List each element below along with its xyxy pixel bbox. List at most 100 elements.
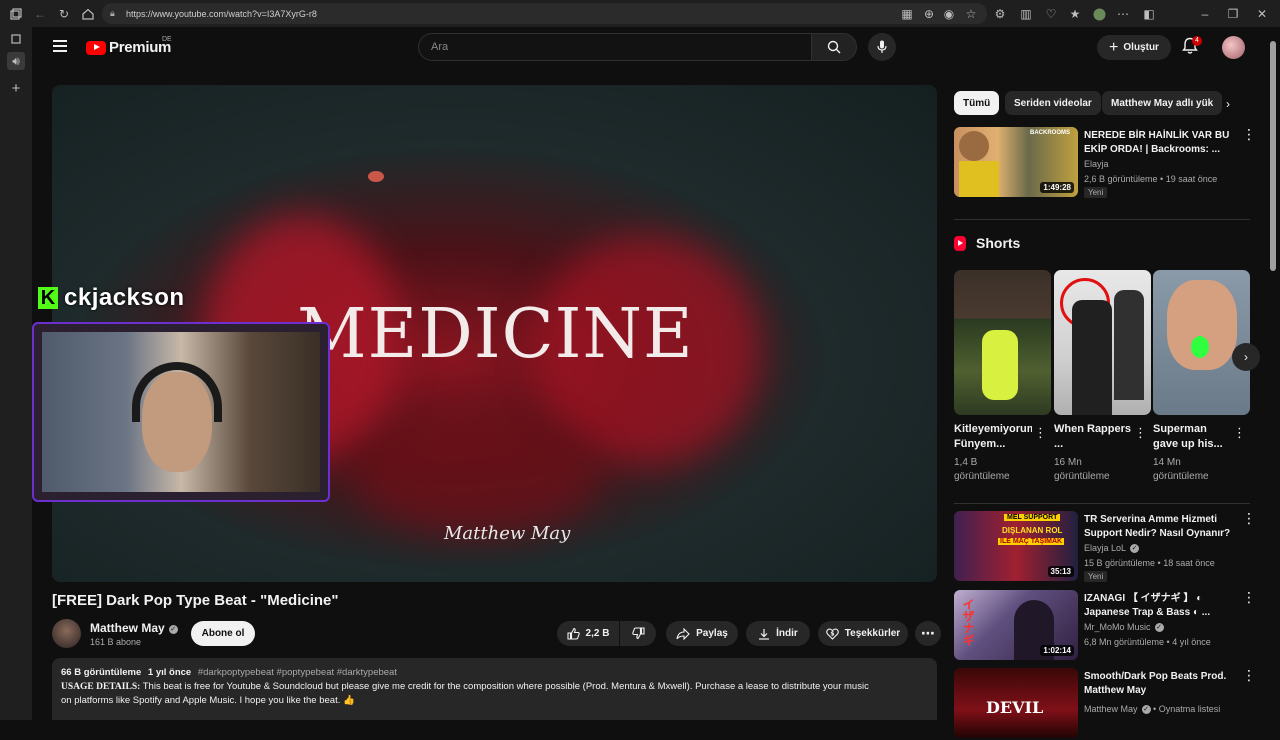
- thumb-text-3: İLE MAÇ TAŞIMAK: [998, 538, 1065, 545]
- chip-series[interactable]: Seriden videolar: [1005, 91, 1101, 115]
- rec-channel-text: Elayja LoL: [1084, 543, 1127, 553]
- short-item[interactable]: Superman gave up his... 14 Mn görüntülem…: [1153, 270, 1250, 484]
- subscribe-button[interactable]: Abone ol: [191, 621, 255, 646]
- download-icon: [759, 628, 770, 640]
- account-avatar[interactable]: [1222, 36, 1245, 59]
- thumb-text: イザナギ: [961, 598, 975, 646]
- channel-avatar[interactable]: [52, 619, 81, 648]
- short-title[interactable]: When Rappers ...: [1054, 422, 1132, 452]
- extensions-icon[interactable]: ⚙: [991, 5, 1009, 23]
- browser-essentials-icon[interactable]: ♡: [1042, 5, 1060, 23]
- like-count: 2,2 B: [585, 628, 610, 639]
- thanks-label: Teşekkürler: [844, 628, 901, 639]
- split-screen-icon[interactable]: ▥: [1017, 5, 1035, 23]
- share-icon: [676, 627, 690, 640]
- search-input[interactable]: [419, 34, 811, 60]
- divider: [954, 503, 1250, 504]
- tracking-prevention-icon[interactable]: ◉: [940, 5, 958, 23]
- rec-title[interactable]: Smooth/Dark Pop Beats Prod. Matthew May: [1084, 670, 1236, 698]
- rec-channel[interactable]: Elayja: [1084, 159, 1109, 169]
- video-overlay-title: MEDICINE: [297, 295, 694, 374]
- dislike-button[interactable]: [620, 621, 656, 646]
- page-scrollbar[interactable]: [1270, 41, 1276, 271]
- menu-icon[interactable]: [53, 40, 67, 52]
- tab-icon[interactable]: [7, 30, 25, 48]
- verified-icon: ✓: [168, 625, 178, 634]
- close-icon[interactable]: ✕: [1253, 5, 1271, 23]
- channel-name[interactable]: Matthew May ✓: [90, 621, 178, 635]
- favorites-icon[interactable]: ★: [1066, 5, 1084, 23]
- thumb-green-glow: [1191, 336, 1209, 358]
- webcam-overlay: [32, 322, 330, 502]
- more-vertical-icon[interactable]: ⋮: [1034, 425, 1047, 441]
- description-text-2: on platforms like Spotify and Apple Musi…: [61, 695, 355, 706]
- more-menu-icon[interactable]: ⋯: [1114, 5, 1132, 23]
- refresh-icon[interactable]: ↻: [55, 5, 73, 23]
- more-vertical-icon[interactable]: ⋮: [1242, 668, 1256, 682]
- youtube-logo[interactable]: Premium: [86, 39, 171, 56]
- app-available-icon[interactable]: ▦: [898, 5, 916, 23]
- thumb-text-1: MEL SUPPORT: [1004, 514, 1061, 521]
- new-badge: Yeni: [1084, 187, 1108, 198]
- rec-meta: 15 B görüntüleme • 18 saat önce: [1084, 558, 1215, 568]
- short-title[interactable]: Kitleyemiyorum Fünyem...: [954, 422, 1032, 452]
- recommendation-item[interactable]: BACKROOMS 1:49:28 NEREDE BİR HAİNLİK VAR…: [954, 127, 1256, 199]
- more-actions-button[interactable]: ⋯: [915, 621, 941, 646]
- new-tab-icon[interactable]: +: [7, 79, 25, 97]
- favorite-star-icon[interactable]: ☆: [962, 5, 980, 23]
- hashtags[interactable]: #darkpoptypebeat #poptypebeat #darktypeb…: [198, 667, 397, 678]
- active-tab-audio-icon[interactable]: 🔊︎: [7, 52, 25, 70]
- zoom-icon[interactable]: ⊕: [920, 5, 938, 23]
- more-vertical-icon[interactable]: ⋮: [1242, 590, 1256, 604]
- short-thumbnail[interactable]: [1054, 270, 1151, 415]
- streamer-name-overlay: K ckjackson: [38, 284, 185, 312]
- rec-title[interactable]: IZANAGI 【 イザナギ 】 ◐ Japanese Trap & Bass …: [1084, 592, 1236, 620]
- recommendation-item[interactable]: MEL SUPPORT DIŞLANAN ROL İLE MAÇ TAŞIMAK…: [954, 511, 1256, 583]
- rec-thumbnail[interactable]: イザナギ 1:02:14: [954, 590, 1078, 660]
- rec-channel[interactable]: Mr_MoMo Music ✓: [1084, 622, 1164, 632]
- more-vertical-icon[interactable]: ⋮: [1242, 127, 1256, 141]
- back-icon[interactable]: ←: [31, 5, 49, 23]
- short-thumbnail[interactable]: [1153, 270, 1250, 415]
- minimize-icon[interactable]: –: [1196, 5, 1214, 23]
- thumb-text-2: DIŞLANAN ROL: [1002, 526, 1063, 535]
- share-button[interactable]: Paylaş: [666, 621, 738, 646]
- thanks-button[interactable]: $ Teşekkürler: [818, 621, 908, 646]
- short-item[interactable]: When Rappers ... 16 Mn görüntüleme ⋮: [1054, 270, 1151, 484]
- like-button[interactable]: 2,2 B: [557, 621, 619, 646]
- rec-channel[interactable]: Matthew May ✓ • Oynatma listesi: [1084, 704, 1220, 714]
- restore-icon[interactable]: ❐: [1224, 5, 1242, 23]
- profile-icon[interactable]: [1090, 5, 1108, 23]
- home-icon[interactable]: [79, 5, 97, 23]
- voice-search-button[interactable]: [868, 33, 896, 61]
- rec-channel[interactable]: Elayja LoL ✓: [1084, 543, 1140, 553]
- verified-icon: ✓: [1154, 623, 1164, 632]
- red-glow-bottom: [352, 415, 602, 535]
- create-button[interactable]: + Oluştur: [1097, 35, 1171, 60]
- address-bar[interactable]: 🔒︎ https://www.youtube.com/watch?v=I3A7X…: [102, 3, 987, 24]
- rec-title[interactable]: TR Serverina Amme Hizmeti Support Nedir?…: [1084, 513, 1236, 541]
- description-box[interactable]: 66 B görüntüleme 1 yıl önce #darkpoptype…: [52, 658, 937, 720]
- shorts-next-button[interactable]: ›: [1232, 343, 1260, 371]
- sidebar-toggle-icon[interactable]: ◧: [1140, 5, 1158, 23]
- rec-thumbnail[interactable]: MEL SUPPORT DIŞLANAN ROL İLE MAÇ TAŞIMAK…: [954, 511, 1078, 581]
- chip-all[interactable]: Tümü: [954, 91, 1000, 115]
- recommendation-item[interactable]: イザナギ 1:02:14 IZANAGI 【 イザナギ 】 ◐ Japanese…: [954, 590, 1256, 662]
- short-thumbnail[interactable]: [954, 270, 1051, 415]
- more-vertical-icon[interactable]: ⋮: [1134, 425, 1147, 441]
- rec-title[interactable]: NEREDE BİR HAİNLİK VAR BU EKİP ORDA! | B…: [1084, 129, 1236, 157]
- more-vertical-icon[interactable]: ⋮: [1233, 425, 1246, 441]
- more-vertical-icon[interactable]: ⋮: [1242, 511, 1256, 525]
- rec-thumbnail[interactable]: DEVIL: [954, 668, 1078, 738]
- search-button[interactable]: [811, 33, 857, 61]
- short-title[interactable]: Superman gave up his...: [1153, 422, 1231, 452]
- chevron-right-icon[interactable]: ›: [1226, 97, 1230, 111]
- chip-channel[interactable]: Matthew May adlı yük: [1102, 91, 1223, 115]
- download-button[interactable]: İndir: [746, 621, 810, 646]
- workspaces-icon[interactable]: [7, 5, 25, 23]
- streamer-name: ckjackson: [64, 284, 185, 311]
- rec-thumbnail[interactable]: BACKROOMS 1:49:28: [954, 127, 1078, 197]
- region-code: DE: [162, 36, 172, 43]
- recommendation-item[interactable]: DEVIL Smooth/Dark Pop Beats Prod. Matthe…: [954, 668, 1256, 740]
- short-item[interactable]: Kitleyemiyorum Fünyem... 1,4 B görüntüle…: [954, 270, 1051, 484]
